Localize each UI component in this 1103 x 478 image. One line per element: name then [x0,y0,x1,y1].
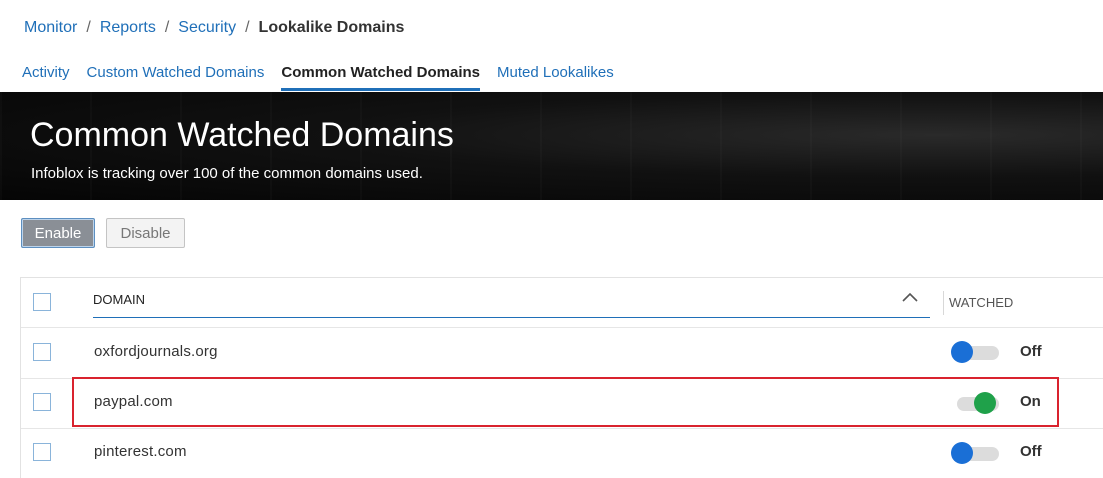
column-divider [943,291,944,315]
breadcrumb-current: Lookalike Domains [258,19,405,36]
table-row: pinterest.com Off [21,429,1103,478]
toggle-knob [951,341,973,363]
chevron-up-icon[interactable] [901,290,919,304]
watched-toggle[interactable] [951,441,999,465]
table-row: paypal.com On [21,379,1103,429]
toggle-knob [974,392,996,414]
column-header-domain[interactable]: DOMAIN [93,292,145,307]
breadcrumb-separator: / [164,19,170,36]
sort-indicator-underline [93,317,930,318]
tab-bar: Activity Custom Watched Domains Common W… [22,60,631,91]
tab-custom-watched-domains[interactable]: Custom Watched Domains [87,60,265,91]
watched-toggle[interactable] [951,391,999,415]
breadcrumb-monitor[interactable]: Monitor [24,19,77,37]
watched-toggle[interactable] [951,340,999,364]
select-all-checkbox[interactable] [33,293,51,311]
tab-muted-lookalikes[interactable]: Muted Lookalikes [497,60,614,91]
row-checkbox[interactable] [33,343,51,361]
table-row: oxfordjournals.org Off [21,328,1103,379]
watched-status: Off [1020,443,1042,460]
domain-name: pinterest.com [94,443,187,460]
domains-table: DOMAIN WATCHED oxfordjournals.org Off pa… [20,277,1103,478]
row-checkbox[interactable] [33,393,51,411]
table-header-row: DOMAIN WATCHED [21,278,1103,328]
domain-name: paypal.com [94,393,173,410]
page-title: Common Watched Domains [30,116,454,154]
breadcrumb-separator: / [86,19,91,36]
breadcrumb: Monitor / Reports / Security / Lookalike… [24,17,404,39]
column-header-watched[interactable]: WATCHED [949,295,1013,310]
page-banner: Common Watched Domains Infoblox is track… [0,92,1103,200]
tab-activity[interactable]: Activity [22,60,70,91]
page-subtitle: Infoblox is tracking over 100 of the com… [31,165,423,182]
watched-status: Off [1020,343,1042,360]
breadcrumb-security[interactable]: Security [178,19,236,37]
disable-button[interactable]: Disable [106,218,185,248]
row-checkbox[interactable] [33,443,51,461]
breadcrumb-separator: / [245,19,250,36]
breadcrumb-reports[interactable]: Reports [100,19,156,37]
domain-name: oxfordjournals.org [94,343,218,360]
enable-button[interactable]: Enable [21,218,95,248]
watched-status: On [1020,393,1041,410]
toggle-knob [951,442,973,464]
tab-common-watched-domains[interactable]: Common Watched Domains [281,60,480,91]
